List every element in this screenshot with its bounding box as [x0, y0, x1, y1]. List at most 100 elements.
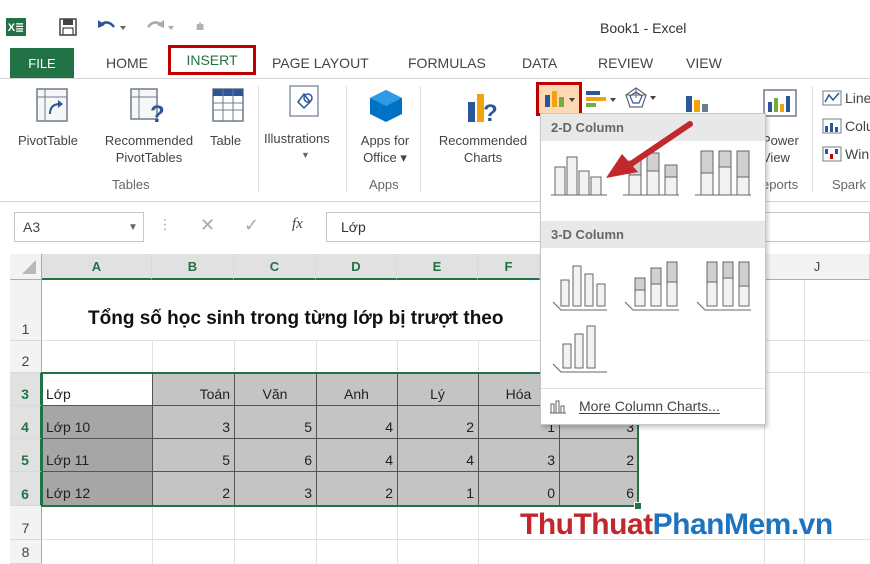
sparkline-line-icon[interactable]	[822, 90, 842, 106]
100-stacked-column-option[interactable]	[693, 147, 753, 199]
row-header-8[interactable]: 8	[10, 540, 42, 564]
header-cell-toan[interactable]: Toán	[152, 373, 234, 406]
pivottable-icon[interactable]	[36, 88, 70, 124]
header-cell-lop[interactable]: Lớp	[42, 373, 152, 406]
select-all-corner[interactable]	[10, 254, 42, 280]
redo-icon[interactable]	[144, 17, 178, 37]
row-header-2[interactable]: 2	[10, 341, 42, 373]
excel-logo-icon: X≣	[6, 18, 26, 36]
data-cell[interactable]: Lớp 11	[42, 439, 152, 472]
sheet-title-cell[interactable]: Tổng số học sinh trong từng lớp bị trượt…	[88, 308, 540, 330]
data-cell[interactable]: 2	[152, 472, 234, 505]
enter-check-icon[interactable]: ✓	[244, 215, 259, 236]
row-header-5[interactable]: 5	[10, 439, 42, 472]
tab-file[interactable]: FILE	[10, 48, 74, 78]
column-header-c[interactable]: C	[234, 254, 316, 280]
3d-column-option[interactable]	[549, 320, 609, 376]
tab-page-layout[interactable]: PAGE LAYOUT	[272, 48, 369, 78]
pivotchart-icon[interactable]	[684, 90, 724, 114]
column-header-f[interactable]: F	[478, 254, 540, 280]
table-icon[interactable]	[212, 88, 246, 124]
tab-data[interactable]: DATA	[522, 48, 557, 78]
ribbon-separator	[346, 86, 347, 192]
name-box[interactable]: A3	[14, 212, 144, 242]
column-header-j[interactable]: J	[764, 254, 870, 280]
data-cell[interactable]: 3	[234, 472, 316, 505]
undo-icon[interactable]	[96, 17, 130, 37]
power-view-icon[interactable]	[762, 88, 798, 120]
tab-review[interactable]: REVIEW	[598, 48, 653, 78]
insert-column-chart-button[interactable]	[536, 82, 582, 116]
illustrations-icon[interactable]	[288, 84, 322, 120]
data-cell[interactable]: Lớp 10	[42, 406, 152, 439]
recommended-pivottables-button[interactable]: Recommended PivotTables	[96, 132, 202, 166]
sparkline-column-button[interactable]: Colu	[845, 118, 870, 134]
data-cell[interactable]: 3	[478, 439, 559, 472]
3d-clustered-column-option[interactable]	[549, 258, 609, 314]
3d-stacked-column-option[interactable]	[621, 258, 681, 314]
data-cell[interactable]: 4	[316, 439, 397, 472]
data-cell[interactable]: 4	[397, 439, 478, 472]
data-cell[interactable]: 2	[397, 406, 478, 439]
row-header-3[interactable]: 3	[10, 373, 42, 406]
row-header-7[interactable]: 7	[10, 506, 42, 540]
annotation-arrow-icon	[606, 121, 693, 178]
save-icon[interactable]	[58, 17, 78, 37]
data-cell[interactable]: 2	[316, 472, 397, 505]
row-header-1[interactable]: 1	[10, 280, 42, 341]
radar-chart-icon[interactable]	[624, 86, 660, 110]
recommended-pivottables-icon[interactable]: ?	[130, 88, 170, 126]
power-view-label-2: View	[762, 150, 790, 165]
data-cell[interactable]: 0	[478, 472, 559, 505]
data-cell[interactable]: 6	[559, 472, 638, 505]
more-column-charts-item[interactable]: More Column Charts...	[541, 388, 765, 423]
table-button[interactable]: Table	[210, 132, 241, 149]
recommended-pivottables-label-1: Recommended	[104, 133, 194, 148]
illustrations-button[interactable]: Illustrations	[264, 130, 330, 147]
header-cell-van[interactable]: Văn	[234, 373, 316, 406]
chart-gallery-3d	[541, 248, 765, 388]
row-header-4[interactable]: 4	[10, 406, 42, 439]
data-cell[interactable]: Lớp 12	[42, 472, 152, 505]
apps-for-office-button[interactable]: Apps for Office ▾	[354, 132, 416, 166]
cancel-icon[interactable]: ✕	[200, 215, 215, 236]
watermark-logo: ThuThuatPhanMem.vn	[520, 508, 833, 542]
tab-insert[interactable]: INSERT	[168, 45, 256, 75]
data-cell[interactable]: 5	[234, 406, 316, 439]
sparkline-column-icon[interactable]	[822, 118, 842, 134]
sparkline-line-button[interactable]: Line	[845, 90, 870, 106]
header-cell-anh[interactable]: Anh	[316, 373, 397, 406]
tab-formulas[interactable]: FORMULAS	[408, 48, 486, 78]
sparkline-winloss-button[interactable]: Win	[845, 146, 869, 162]
bar-chart-icon[interactable]	[584, 88, 620, 110]
header-cell-ly[interactable]: Lý	[397, 373, 478, 406]
watermark-part-2: PhanMem	[652, 508, 792, 541]
data-cell[interactable]: 3	[152, 406, 234, 439]
recommended-charts-button[interactable]: Recommended Charts	[430, 132, 536, 166]
watermark-part-3: .vn	[790, 508, 833, 541]
data-cell[interactable]: 6	[234, 439, 316, 472]
data-cell[interactable]: 4	[316, 406, 397, 439]
recommended-charts-icon[interactable]: ?	[466, 88, 502, 126]
illustrations-dropdown-icon[interactable]: ▼	[301, 150, 310, 160]
pivottable-button[interactable]: PivotTable	[18, 132, 78, 149]
3d-100-stacked-column-option[interactable]	[693, 258, 753, 314]
column-header-a[interactable]: A	[42, 254, 152, 280]
sparkline-winloss-icon[interactable]	[822, 146, 842, 162]
column-header-d[interactable]: D	[316, 254, 397, 280]
tab-home[interactable]: HOME	[106, 48, 148, 78]
name-box-dropdown-icon[interactable]: ▼	[128, 222, 138, 233]
insert-function-button[interactable]: fx	[292, 216, 303, 233]
customize-toolbar-icon[interactable]: ⩧	[196, 18, 204, 35]
data-cell[interactable]: 1	[397, 472, 478, 505]
apps-for-office-label-1: Apps for	[360, 133, 410, 148]
row-header-6[interactable]: 6	[10, 472, 42, 506]
apps-for-office-icon[interactable]	[368, 88, 404, 124]
data-cell[interactable]: 5	[152, 439, 234, 472]
power-view-button[interactable]: Power View	[762, 132, 799, 166]
column-header-e[interactable]: E	[397, 254, 478, 280]
sparklines-group-label: Spark	[832, 177, 866, 192]
data-cell[interactable]: 2	[559, 439, 638, 472]
column-header-b[interactable]: B	[152, 254, 234, 280]
tab-view[interactable]: VIEW	[686, 48, 722, 78]
